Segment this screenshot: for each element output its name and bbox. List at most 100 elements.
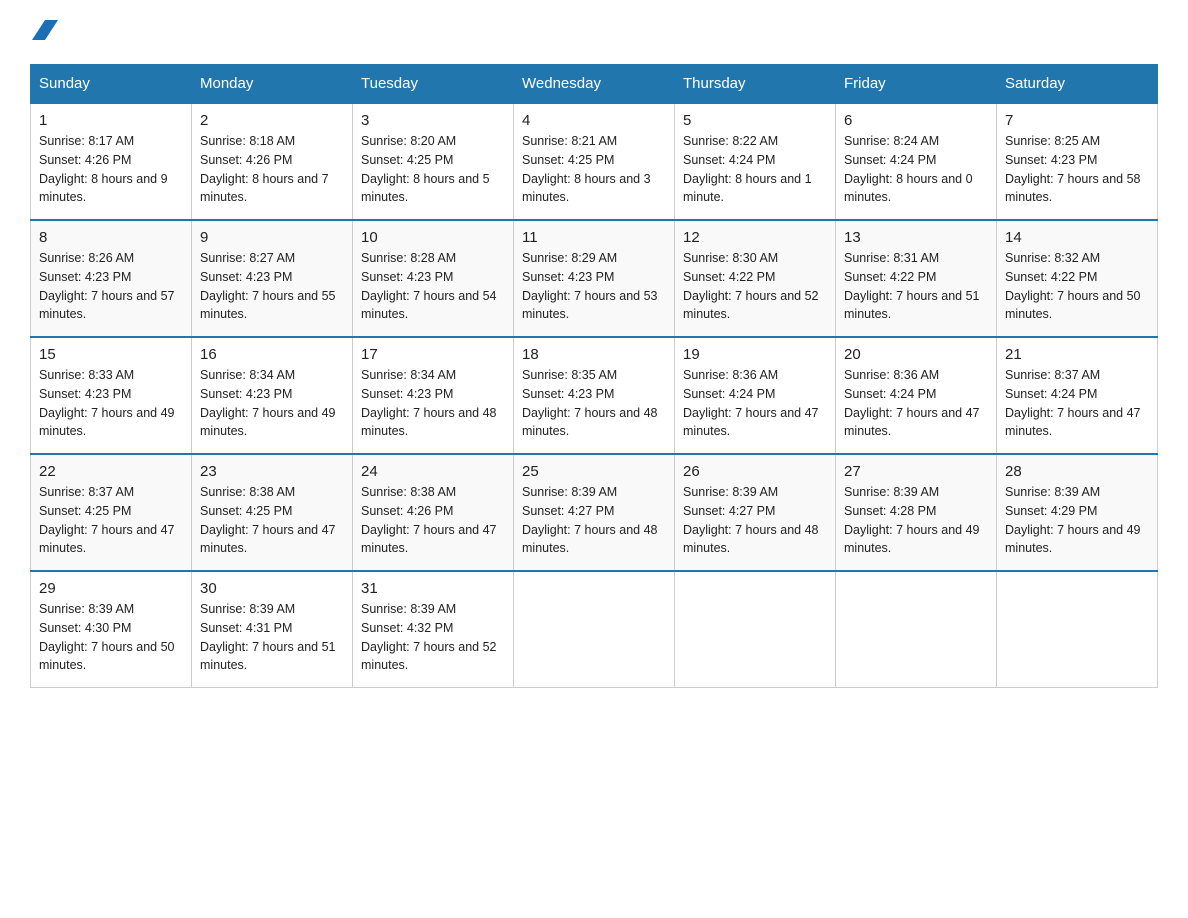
day-info: Sunrise: 8:27 AMSunset: 4:23 PMDaylight:… [200,251,336,321]
day-info: Sunrise: 8:30 AMSunset: 4:22 PMDaylight:… [683,251,819,321]
day-number: 11 [522,229,666,246]
day-info: Sunrise: 8:33 AMSunset: 4:23 PMDaylight:… [39,368,175,438]
day-number: 19 [683,346,827,363]
day-number: 7 [1005,112,1149,129]
calendar-cell: 25 Sunrise: 8:39 AMSunset: 4:27 PMDayligh… [514,454,675,571]
day-info: Sunrise: 8:18 AMSunset: 4:26 PMDaylight:… [200,134,329,204]
calendar-cell: 31 Sunrise: 8:39 AMSunset: 4:32 PMDayligh… [353,571,514,688]
day-info: Sunrise: 8:34 AMSunset: 4:23 PMDaylight:… [200,368,336,438]
day-info: Sunrise: 8:34 AMSunset: 4:23 PMDaylight:… [361,368,497,438]
day-number: 31 [361,580,505,597]
calendar-table: SundayMondayTuesdayWednesdayThursdayFrid… [30,64,1158,688]
col-header-monday: Monday [192,65,353,104]
calendar-cell: 1 Sunrise: 8:17 AMSunset: 4:26 PMDaylight… [31,103,192,220]
calendar-cell: 11 Sunrise: 8:29 AMSunset: 4:23 PMDayligh… [514,220,675,337]
calendar-cell: 4Sunrise: 8:21 AMSunset: 4:25 PMDaylight… [514,103,675,220]
day-info: Sunrise: 8:37 AMSunset: 4:25 PMDaylight:… [39,485,175,555]
calendar-week-row: 22 Sunrise: 8:37 AMSunset: 4:25 PMDayligh… [31,454,1158,571]
calendar-cell: 13 Sunrise: 8:31 AMSunset: 4:22 PMDayligh… [836,220,997,337]
day-info: Sunrise: 8:22 AMSunset: 4:24 PMDaylight:… [683,134,812,204]
day-info: Sunrise: 8:38 AMSunset: 4:26 PMDaylight:… [361,485,497,555]
calendar-cell: 5 Sunrise: 8:22 AMSunset: 4:24 PMDaylight… [675,103,836,220]
day-number: 27 [844,463,988,480]
day-number: 29 [39,580,183,597]
calendar-week-row: 8Sunrise: 8:26 AMSunset: 4:23 PMDaylight… [31,220,1158,337]
day-number: 26 [683,463,827,480]
logo [30,20,58,44]
calendar-cell [514,571,675,688]
day-number: 28 [1005,463,1149,480]
day-number: 12 [683,229,827,246]
logo-chevron-right-icon [45,20,58,40]
calendar-cell: 9 Sunrise: 8:27 AMSunset: 4:23 PMDaylight… [192,220,353,337]
day-info: Sunrise: 8:28 AMSunset: 4:23 PMDaylight:… [361,251,497,321]
day-info: Sunrise: 8:39 AMSunset: 4:27 PMDaylight:… [683,485,819,555]
day-number: 22 [39,463,183,480]
day-info: Sunrise: 8:39 AMSunset: 4:28 PMDaylight:… [844,485,980,555]
calendar-cell [997,571,1158,688]
day-number: 16 [200,346,344,363]
day-number: 21 [1005,346,1149,363]
calendar-cell: 22 Sunrise: 8:37 AMSunset: 4:25 PMDayligh… [31,454,192,571]
day-number: 6 [844,112,988,129]
calendar-week-row: 15 Sunrise: 8:33 AMSunset: 4:23 PMDayligh… [31,337,1158,454]
calendar-week-row: 1 Sunrise: 8:17 AMSunset: 4:26 PMDaylight… [31,103,1158,220]
col-header-tuesday: Tuesday [353,65,514,104]
day-info: Sunrise: 8:37 AMSunset: 4:24 PMDaylight:… [1005,368,1141,438]
day-number: 17 [361,346,505,363]
day-number: 9 [200,229,344,246]
calendar-cell: 12 Sunrise: 8:30 AMSunset: 4:22 PMDayligh… [675,220,836,337]
day-number: 30 [200,580,344,597]
calendar-cell: 27 Sunrise: 8:39 AMSunset: 4:28 PMDayligh… [836,454,997,571]
day-number: 14 [1005,229,1149,246]
day-number: 20 [844,346,988,363]
logo-chevron-left-icon [32,20,45,40]
calendar-cell: 20Sunrise: 8:36 AMSunset: 4:24 PMDayligh… [836,337,997,454]
day-number: 10 [361,229,505,246]
day-number: 3 [361,112,505,129]
day-info: Sunrise: 8:36 AMSunset: 4:24 PMDaylight:… [683,368,819,438]
calendar-week-row: 29Sunrise: 8:39 AMSunset: 4:30 PMDayligh… [31,571,1158,688]
col-header-friday: Friday [836,65,997,104]
day-number: 13 [844,229,988,246]
calendar-cell: 16 Sunrise: 8:34 AMSunset: 4:23 PMDayligh… [192,337,353,454]
day-number: 15 [39,346,183,363]
calendar-cell [675,571,836,688]
day-info: Sunrise: 8:38 AMSunset: 4:25 PMDaylight:… [200,485,336,555]
calendar-cell: 3Sunrise: 8:20 AMSunset: 4:25 PMDaylight… [353,103,514,220]
day-info: Sunrise: 8:25 AMSunset: 4:23 PMDaylight:… [1005,134,1141,204]
day-info: Sunrise: 8:21 AMSunset: 4:25 PMDaylight:… [522,134,651,204]
day-info: Sunrise: 8:39 AMSunset: 4:29 PMDaylight:… [1005,485,1141,555]
day-info: Sunrise: 8:31 AMSunset: 4:22 PMDaylight:… [844,251,980,321]
day-info: Sunrise: 8:39 AMSunset: 4:31 PMDaylight:… [200,602,336,672]
col-header-wednesday: Wednesday [514,65,675,104]
day-number: 8 [39,229,183,246]
day-number: 23 [200,463,344,480]
day-number: 1 [39,112,183,129]
calendar-cell [836,571,997,688]
calendar-cell: 19 Sunrise: 8:36 AMSunset: 4:24 PMDayligh… [675,337,836,454]
day-info: Sunrise: 8:29 AMSunset: 4:23 PMDaylight:… [522,251,658,321]
calendar-cell: 18Sunrise: 8:35 AMSunset: 4:23 PMDayligh… [514,337,675,454]
calendar-cell: 2 Sunrise: 8:18 AMSunset: 4:26 PMDaylight… [192,103,353,220]
day-info: Sunrise: 8:39 AMSunset: 4:27 PMDaylight:… [522,485,658,555]
col-header-sunday: Sunday [31,65,192,104]
calendar-cell: 28 Sunrise: 8:39 AMSunset: 4:29 PMDayligh… [997,454,1158,571]
col-header-saturday: Saturday [997,65,1158,104]
day-number: 24 [361,463,505,480]
page-header [30,20,1158,44]
calendar-cell: 10 Sunrise: 8:28 AMSunset: 4:23 PMDayligh… [353,220,514,337]
calendar-cell: 17 Sunrise: 8:34 AMSunset: 4:23 PMDayligh… [353,337,514,454]
day-info: Sunrise: 8:32 AMSunset: 4:22 PMDaylight:… [1005,251,1141,321]
day-info: Sunrise: 8:39 AMSunset: 4:32 PMDaylight:… [361,602,497,672]
calendar-cell: 6 Sunrise: 8:24 AMSunset: 4:24 PMDaylight… [836,103,997,220]
day-info: Sunrise: 8:24 AMSunset: 4:24 PMDaylight:… [844,134,973,204]
calendar-cell: 23 Sunrise: 8:38 AMSunset: 4:25 PMDayligh… [192,454,353,571]
calendar-cell: 26 Sunrise: 8:39 AMSunset: 4:27 PMDayligh… [675,454,836,571]
day-number: 2 [200,112,344,129]
calendar-cell: 14 Sunrise: 8:32 AMSunset: 4:22 PMDayligh… [997,220,1158,337]
day-number: 25 [522,463,666,480]
day-info: Sunrise: 8:17 AMSunset: 4:26 PMDaylight:… [39,134,168,204]
day-number: 5 [683,112,827,129]
calendar-cell: 21 Sunrise: 8:37 AMSunset: 4:24 PMDayligh… [997,337,1158,454]
